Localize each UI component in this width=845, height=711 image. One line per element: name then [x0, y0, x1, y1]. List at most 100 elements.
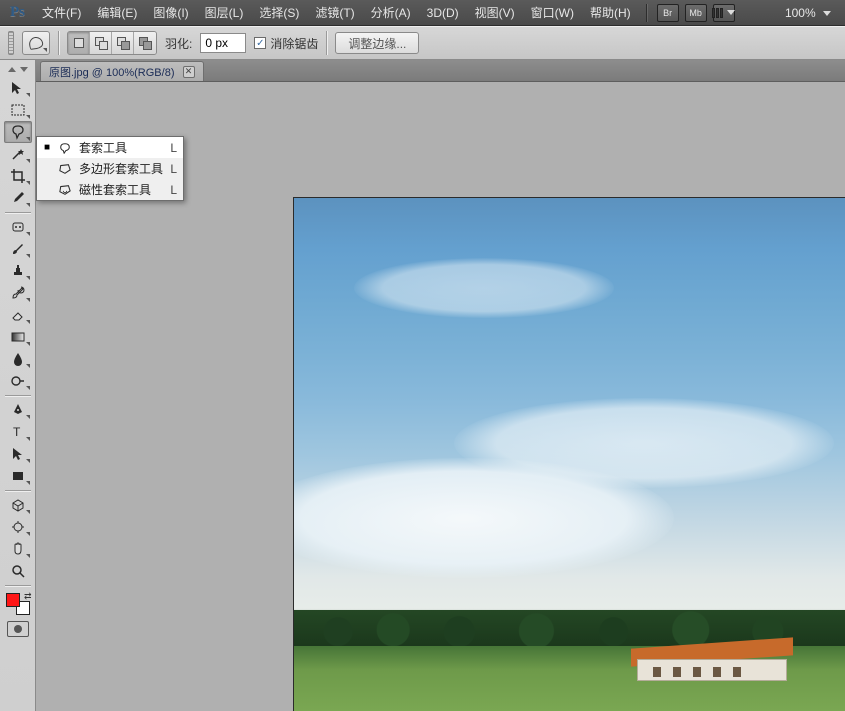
selected-mark-icon: ■: [43, 142, 51, 153]
pen-tool[interactable]: [4, 399, 32, 421]
menu-view[interactable]: 视图(V): [468, 0, 522, 25]
circle-icon: [14, 625, 22, 633]
flyout-shortcut: L: [170, 183, 177, 197]
toolbox-separator: [5, 490, 31, 491]
image-content: [637, 637, 787, 681]
divider: [326, 31, 327, 55]
checkbox-checked-icon: [254, 37, 266, 49]
flyout-item-magnetic-lasso[interactable]: 磁性套索工具 L: [37, 179, 183, 200]
chevron-down-icon: [823, 11, 831, 16]
square-icon: [74, 38, 84, 48]
eraser-tool[interactable]: [4, 304, 32, 326]
brush-tool[interactable]: [4, 238, 32, 260]
foreground-color-swatch[interactable]: [6, 593, 20, 607]
quick-mask-button[interactable]: [7, 621, 29, 637]
history-brush-tool[interactable]: [4, 282, 32, 304]
color-swatches[interactable]: ⇄: [4, 591, 32, 617]
menu-help[interactable]: 帮助(H): [583, 0, 638, 25]
flyout-label: 套索工具: [79, 139, 164, 156]
lasso-icon: [57, 141, 73, 155]
menu-select[interactable]: 选择(S): [252, 0, 306, 25]
zoom-level[interactable]: 100%: [779, 6, 837, 20]
menu-image[interactable]: 图像(I): [146, 0, 195, 25]
menu-3d[interactable]: 3D(D): [420, 2, 466, 24]
feather-label: 羽化:: [165, 35, 192, 52]
menu-layer[interactable]: 图层(L): [198, 0, 251, 25]
path-selection-tool[interactable]: [4, 443, 32, 465]
squares-int-icon: [139, 37, 151, 49]
flyout-label: 磁性套索工具: [79, 181, 164, 198]
move-tool[interactable]: [4, 77, 32, 99]
3d-camera-tool[interactable]: [4, 516, 32, 538]
close-document-button[interactable]: ✕: [183, 66, 195, 78]
magnetic-lasso-icon: [57, 183, 73, 197]
chevron-down-icon: [727, 10, 735, 15]
menu-window[interactable]: 窗口(W): [524, 0, 581, 25]
divider: [58, 31, 59, 55]
bridge-button[interactable]: Br: [657, 4, 679, 22]
type-tool[interactable]: T: [4, 421, 32, 443]
healing-brush-tool[interactable]: [4, 216, 32, 238]
selection-mode-group: [67, 31, 157, 55]
flyout-shortcut: L: [170, 162, 177, 176]
rectangular-marquee-tool[interactable]: [4, 99, 32, 121]
image-content: [293, 458, 674, 578]
current-tool-preset[interactable]: [22, 31, 50, 55]
selection-new-button[interactable]: [68, 32, 90, 54]
lasso-tool[interactable]: [4, 121, 32, 143]
selection-add-button[interactable]: [90, 32, 112, 54]
menu-bar: Ps 文件(F) 编辑(E) 图像(I) 图层(L) 选择(S) 滤镜(T) 分…: [0, 0, 845, 26]
svg-text:T: T: [13, 425, 21, 439]
squares-sub-icon: [117, 37, 129, 49]
canvas[interactable]: [293, 197, 845, 711]
menu-analysis[interactable]: 分析(A): [364, 0, 418, 25]
filmstrip-icon: [712, 8, 723, 18]
feather-input[interactable]: [200, 33, 246, 53]
zoom-value: 100%: [785, 6, 816, 20]
toolbox: T ⇄: [0, 60, 36, 711]
lasso-flyout-menu: ■ 套索工具 L 多边形套索工具 L 磁性套索工具 L: [36, 136, 184, 201]
toolbox-separator: [5, 585, 31, 586]
antialias-label: 消除锯齿: [270, 35, 318, 52]
menu-edit[interactable]: 编辑(E): [90, 0, 144, 25]
toolbox-grip-icon[interactable]: [3, 64, 33, 74]
menu-file[interactable]: 文件(F): [35, 0, 88, 25]
toolbox-separator: [5, 395, 31, 396]
dodge-tool[interactable]: [4, 370, 32, 392]
flyout-label: 多边形套索工具: [79, 160, 164, 177]
screen-mode-button[interactable]: [713, 4, 735, 22]
menu-filter[interactable]: 滤镜(T): [308, 0, 361, 25]
eyedropper-tool[interactable]: [4, 187, 32, 209]
clone-stamp-tool[interactable]: [4, 260, 32, 282]
options-bar: 羽化: 消除锯齿 调整边缘...: [0, 26, 845, 60]
minibridge-button[interactable]: Mb: [685, 4, 707, 22]
refine-edge-button[interactable]: 调整边缘...: [335, 32, 419, 54]
lasso-icon: [28, 36, 44, 50]
menu-divider: [646, 4, 647, 22]
selection-subtract-button[interactable]: [112, 32, 134, 54]
image-content: [354, 258, 614, 318]
flyout-item-lasso[interactable]: ■ 套索工具 L: [37, 137, 183, 158]
hand-tool[interactable]: [4, 538, 32, 560]
toolbox-separator: [5, 212, 31, 213]
3d-object-tool[interactable]: [4, 494, 32, 516]
polygonal-lasso-icon: [57, 162, 73, 176]
flyout-shortcut: L: [170, 141, 177, 155]
app-logo: Ps: [8, 4, 33, 21]
squares-add-icon: [95, 37, 107, 49]
blur-tool[interactable]: [4, 348, 32, 370]
gradient-tool[interactable]: [4, 326, 32, 348]
document-title: 原图.jpg @ 100%(RGB/8): [49, 64, 175, 80]
flyout-item-poly-lasso[interactable]: 多边形套索工具 L: [37, 158, 183, 179]
magic-wand-tool[interactable]: [4, 143, 32, 165]
selection-intersect-button[interactable]: [134, 32, 156, 54]
panel-grip-icon[interactable]: [8, 31, 14, 55]
antialias-checkbox[interactable]: 消除锯齿: [254, 35, 318, 52]
swap-colors-icon[interactable]: ⇄: [24, 591, 32, 602]
chevron-down-icon: [43, 48, 47, 52]
zoom-tool[interactable]: [4, 560, 32, 582]
crop-tool[interactable]: [4, 165, 32, 187]
rectangle-shape-tool[interactable]: [4, 465, 32, 487]
document-tab[interactable]: 原图.jpg @ 100%(RGB/8) ✕: [40, 61, 204, 81]
document-tab-strip: 原图.jpg @ 100%(RGB/8) ✕: [0, 60, 845, 82]
